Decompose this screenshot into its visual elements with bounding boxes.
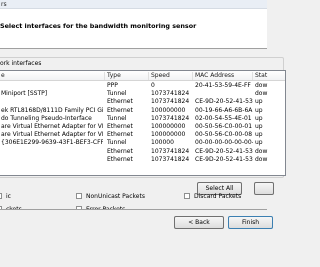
interfaces-list[interactable]: e Type Speed MAC Address Stat PPP 0 20-41-…	[0, 70, 286, 176]
cell-status: dow	[255, 155, 268, 163]
option-label: Discard Packets	[194, 193, 242, 200]
cell-speed: 100000000	[151, 123, 186, 130]
cell-mac: 00-19-66-A6-6B-6A	[195, 106, 253, 114]
cell-type: Ethernet	[107, 155, 133, 163]
cell-status: up	[255, 123, 263, 130]
cell-mac: 00-00-00-00-00-00-0...	[195, 139, 253, 147]
cell-speed: 1073741824	[151, 155, 189, 163]
cell-speed: 100000000	[151, 131, 186, 139]
cell-speed: 100000000	[151, 106, 186, 114]
cell-name: do Tunneling Pseudo-Interface	[1, 114, 92, 122]
cell-mac: 00-50-56-C0-00-08	[195, 131, 253, 139]
cell-mac: 02-00-54-55-4E-01	[195, 114, 252, 122]
cell-speed: 0	[151, 82, 155, 89]
checkbox-box[interactable]	[184, 193, 190, 199]
column-header-mac[interactable]: MAC Address	[195, 71, 253, 81]
window-titlebar: rs	[0, 0, 267, 9]
cell-type: Ethernet	[107, 98, 133, 106]
cell-name: Miniport [SSTP]	[1, 90, 48, 98]
cell-type: Tunnel	[107, 114, 127, 122]
table-row[interactable]: Miniport [SSTP] Tunnel 1073741824 dow	[0, 90, 285, 98]
option-checkbox-nonunicast[interactable]: NonUnicast Packets	[76, 193, 145, 201]
option-checkbox-discard[interactable]: Discard Packets	[184, 193, 241, 201]
table-row[interactable]: ek RTL8168D/8111D Family PCI Gig... Ether…	[0, 107, 285, 115]
column-header-speed[interactable]: Speed	[151, 71, 189, 81]
cell-type: Ethernet	[107, 147, 133, 155]
cell-type: PPP	[107, 82, 118, 89]
cell-status: dow	[255, 82, 268, 89]
cell-speed: 1073741824	[151, 98, 189, 106]
cell-name: are Virtual Ethernet Adapter for VMnet8	[1, 131, 103, 139]
wizard-header: Select interfaces for the bandwidth moni…	[0, 9, 267, 49]
column-header-name[interactable]: e	[1, 71, 103, 81]
table-row[interactable]: PPP 0 20-41-53-59-4E-FF dow	[0, 82, 285, 90]
cell-status: up	[255, 106, 263, 114]
cell-type: Ethernet	[107, 123, 133, 130]
column-divider[interactable]	[252, 72, 253, 80]
column-divider[interactable]	[148, 72, 149, 80]
option-label: ic	[6, 193, 11, 200]
back-button[interactable]: < Back	[174, 216, 224, 229]
checkbox-box[interactable]	[0, 193, 2, 199]
column-divider[interactable]	[192, 72, 193, 80]
cell-mac: CE-9D-20-52-41-53	[195, 155, 253, 163]
table-row[interactable]: Ethernet 1073741824 CE-9D-20-52-41-53 dow	[0, 156, 285, 164]
cell-mac: 00-50-56-C0-00-01	[195, 123, 253, 130]
cell-status: dow	[255, 90, 268, 98]
table-row[interactable]: are Virtual Ethernet Adapter for VMnet1 E…	[0, 123, 285, 131]
window-title: rs	[1, 1, 7, 8]
table-row[interactable]: Ethernet 1073741824 CE-9D-20-52-41-53 dow	[0, 148, 285, 156]
interfaces-group-label: ork interfaces	[0, 60, 44, 67]
table-row[interactable]: do Tunneling Pseudo-Interface Tunnel 10737…	[0, 115, 285, 123]
cell-status: dow	[255, 147, 268, 155]
cell-speed: 1073741824	[151, 90, 189, 98]
cell-mac: 20-41-53-59-4E-FF	[195, 82, 251, 89]
cell-type: Tunnel	[107, 139, 127, 147]
cell-speed: 100000	[151, 139, 174, 147]
finish-button[interactable]: Finish	[228, 216, 273, 229]
cell-speed: 1073741824	[151, 114, 189, 122]
cell-type: Tunnel	[107, 90, 127, 98]
list-header: e Type Speed MAC Address Stat	[0, 71, 285, 81]
page-title: Select interfaces for the bandwidth moni…	[0, 22, 197, 30]
cell-name: {306E1E299-9639-43F1-BEF3-CFF1...	[1, 139, 103, 147]
cell-name: are Virtual Ethernet Adapter for VMnet1	[1, 123, 103, 130]
cell-type: Ethernet	[107, 131, 133, 139]
cell-name: ek RTL8168D/8111D Family PCI Gig...	[1, 106, 103, 114]
column-divider[interactable]	[104, 72, 105, 80]
cell-status: up	[255, 131, 263, 139]
option-checkbox-1[interactable]: ic	[0, 193, 11, 201]
checkbox-box[interactable]	[76, 193, 82, 199]
partial-button[interactable]	[254, 182, 274, 195]
cell-status: up	[255, 139, 263, 147]
table-row[interactable]: are Virtual Ethernet Adapter for VMnet8 E…	[0, 131, 285, 139]
option-label: NonUnicast Packets	[86, 193, 145, 200]
cell-mac: CE-9D-20-52-41-53	[195, 98, 253, 106]
table-row[interactable]: {306E1E299-9639-43F1-BEF3-CFF1... Tunnel 1…	[0, 139, 285, 147]
column-header-status[interactable]: Stat	[255, 71, 285, 81]
cell-type: Ethernet	[107, 106, 133, 114]
cell-status: up	[255, 98, 263, 106]
wizard-footer	[0, 210, 267, 267]
table-row[interactable]: Ethernet 1073741824 CE-9D-20-52-41-53 up	[0, 98, 285, 106]
cell-speed: 1073741824	[151, 147, 189, 155]
cell-status: up	[255, 114, 263, 122]
cell-mac: CE-9D-20-52-41-53	[195, 147, 253, 155]
column-header-type[interactable]: Type	[107, 71, 149, 81]
